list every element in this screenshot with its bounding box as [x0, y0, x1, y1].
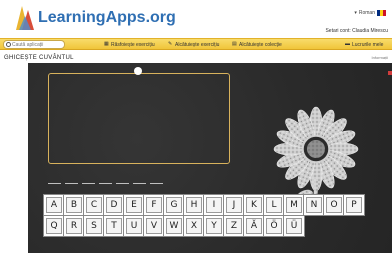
language-label: Roman: [358, 10, 375, 16]
letter-key[interactable]: X: [186, 218, 202, 234]
learningapps-logo-icon[interactable]: [14, 4, 36, 32]
nav-create-exercise[interactable]: ✎ Alcătuiește exercițiu: [168, 41, 219, 48]
romania-flag-icon: [377, 10, 386, 16]
letter-blank: [48, 183, 61, 184]
letter-key[interactable]: I: [206, 197, 222, 213]
pin-icon: [134, 67, 142, 75]
letter-key[interactable]: Q: [46, 218, 62, 234]
letter-key[interactable]: T: [106, 218, 122, 234]
letter-key[interactable]: N: [306, 197, 322, 213]
letter-key[interactable]: M: [286, 197, 302, 213]
letter-blank: [133, 183, 146, 184]
letter-key[interactable]: H: [186, 197, 202, 213]
keyboard-row-2: QRSTUVWXYZĂÖÜ: [46, 218, 362, 234]
dropdown-arrow-icon: ▾: [354, 10, 357, 16]
search-icon: [6, 42, 11, 47]
letter-key[interactable]: R: [66, 218, 82, 234]
letter-key[interactable]: K: [246, 197, 262, 213]
account-settings-link[interactable]: Setari cont: Claudia Mirescu: [325, 28, 388, 34]
letter-key[interactable]: L: [266, 197, 282, 213]
letter-key[interactable]: D: [106, 197, 122, 213]
game-board: ABCDEFGHIJKLMNOP QRSTUVWXYZĂÖÜ: [28, 63, 392, 253]
pencil-icon: ✎: [168, 41, 173, 47]
word-blanks: [48, 183, 163, 184]
letter-key[interactable]: V: [146, 218, 162, 234]
letter-blank: [116, 183, 129, 184]
letter-key[interactable]: U: [126, 218, 142, 234]
grid-icon: ▦: [104, 41, 109, 47]
letter-key[interactable]: Y: [206, 218, 222, 234]
letter-key[interactable]: F: [146, 197, 162, 213]
letter-key[interactable]: Ü: [286, 218, 302, 234]
info-link[interactable]: Informații: [372, 55, 388, 60]
letter-key[interactable]: Ö: [266, 218, 282, 234]
nav-create-collection[interactable]: ▤ Alcătuiește colecție: [232, 41, 282, 48]
letter-key[interactable]: Ă: [246, 218, 262, 234]
letter-blank: [99, 183, 112, 184]
collection-icon: ▤: [232, 41, 237, 47]
letter-blank: [65, 183, 78, 184]
language-selector[interactable]: ▾ Roman: [354, 10, 386, 16]
letter-key[interactable]: A: [46, 197, 62, 213]
nav-my-things[interactable]: ▬ Lucrurile mele: [345, 41, 383, 48]
keyboard-row-1: ABCDEFGHIJKLMNOP: [46, 197, 362, 213]
fullscreen-icon[interactable]: [388, 71, 392, 75]
letter-key[interactable]: E: [126, 197, 142, 213]
search-input[interactable]: [12, 41, 62, 48]
letter-key[interactable]: Z: [226, 218, 242, 234]
letter-key[interactable]: W: [166, 218, 182, 234]
site-name[interactable]: LearningApps.org: [38, 9, 176, 27]
letter-key[interactable]: O: [326, 197, 342, 213]
letter-key[interactable]: S: [86, 218, 102, 234]
letter-key[interactable]: C: [86, 197, 102, 213]
header: LearningApps.org ▾ Roman Setari cont: Cl…: [0, 0, 392, 38]
app-title: GHICEȘTE CUVÂNTUL: [4, 55, 74, 61]
navbar: ▦ Răsfoiește exercițiu ✎ Alcătuiește exe…: [0, 38, 392, 50]
letter-keyboard: ABCDEFGHIJKLMNOP QRSTUVWXYZĂÖÜ: [46, 197, 362, 239]
folder-icon: ▬: [345, 41, 350, 47]
letter-key[interactable]: B: [66, 197, 82, 213]
nav-browse-exercises[interactable]: ▦ Răsfoiește exercițiu: [104, 41, 155, 48]
letter-key[interactable]: G: [166, 197, 182, 213]
letter-key[interactable]: P: [346, 197, 362, 213]
letter-blank: [150, 183, 163, 184]
letter-key[interactable]: J: [226, 197, 242, 213]
search-box[interactable]: [3, 40, 65, 49]
letter-blank: [82, 183, 95, 184]
question-frame: [48, 73, 230, 164]
